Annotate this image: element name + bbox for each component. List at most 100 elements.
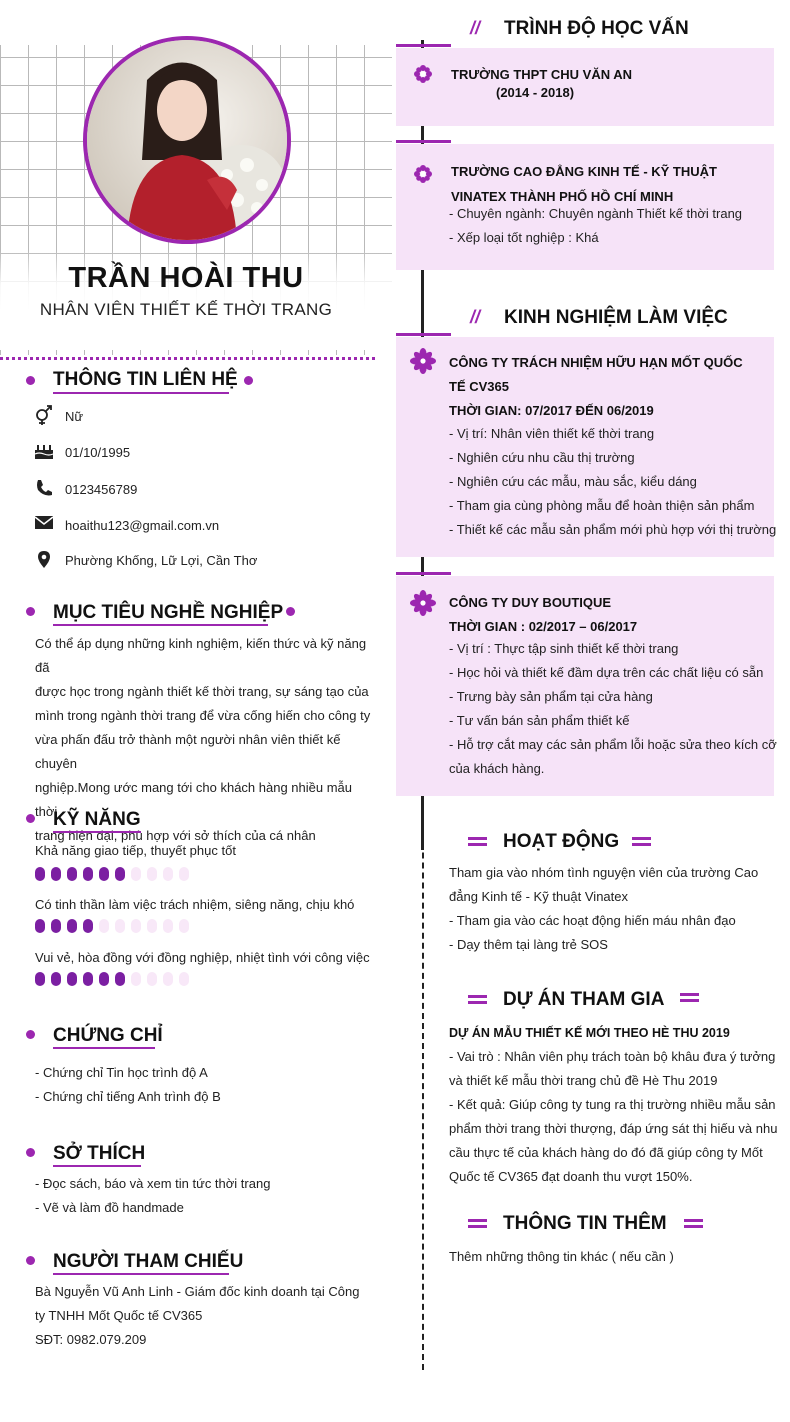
school-1-name: TRƯỜNG THPT CHU VĂN AN <box>451 67 632 82</box>
project-line: - Kết quả: Giúp công ty tung ra thị trườ… <box>449 1097 776 1112</box>
job-1-detail: - Nghiên cứu các mẫu, màu sắc, kiểu dáng <box>449 474 697 489</box>
timeline-tab <box>396 572 451 575</box>
job-1-detail: - Thiết kế các mẫu sản phẩm mới phù hợp … <box>449 522 777 537</box>
school-1-years: (2014 - 2018) <box>496 85 575 100</box>
slash-icon: // <box>470 307 481 327</box>
reference-line: SĐT: 0982.079.209 <box>35 1332 147 1347</box>
section-underline <box>53 624 268 626</box>
flower-icon <box>413 64 433 89</box>
email-text[interactable]: hoaithu123@gmail.com.vn <box>65 518 219 533</box>
slash-icon: // <box>470 18 481 38</box>
certificate-item: - Chứng chỉ tiếng Anh trình độ B <box>35 1089 221 1104</box>
extra-title: THÔNG TIN THÊM <box>503 1213 667 1234</box>
skill-pill-empty <box>179 919 189 933</box>
skill-pill-empty <box>115 919 125 933</box>
skill-pill-empty <box>131 972 141 986</box>
school-2-name: TRƯỜNG CAO ĐẲNG KINH TẾ - KỸ THUẬT <box>451 164 717 179</box>
job-1-company: TẾ CV365 <box>449 379 509 394</box>
avatar <box>83 36 291 244</box>
skills-title: KỸ NĂNG <box>53 809 141 830</box>
section-dot <box>244 376 253 385</box>
skill-pill-empty <box>99 919 109 933</box>
project-line: cầu thực tế của khách hàng do đó đã giúp… <box>449 1145 763 1160</box>
skill-pill-filled <box>83 919 93 933</box>
activity-line: Tham gia vào nhóm tình nguyện viên của t… <box>449 865 759 880</box>
activity-line: - Dạy thêm tại làng trẻ SOS <box>449 937 608 952</box>
skill-pill-empty <box>147 972 157 986</box>
section-dot <box>26 1148 35 1157</box>
skill-bar <box>35 972 189 986</box>
objective-line: mình trong ngành thời trang để vừa cống … <box>35 708 371 723</box>
skill-pill-empty <box>131 867 141 881</box>
projects-title: DỰ ÁN THAM GIA <box>503 989 665 1010</box>
skill-pill-empty <box>179 867 189 881</box>
skill-pill-filled <box>115 972 125 986</box>
education-title: TRÌNH ĐỘ HỌC VẤN <box>504 18 689 39</box>
skill-pill-filled <box>35 972 45 986</box>
skill-pill-empty <box>147 919 157 933</box>
skill-pill-empty <box>131 919 141 933</box>
skill-pill-filled <box>51 867 61 881</box>
contact-title: THÔNG TIN LIÊN HỆ <box>53 369 238 390</box>
equals-icon <box>468 837 487 846</box>
skill-pill-filled <box>35 919 45 933</box>
school-2-detail: - Chuyên ngành: Chuyên ngành Thiết kế th… <box>449 206 743 221</box>
timeline-tab <box>396 44 451 47</box>
job-2-company: CÔNG TY DUY BOUTIQUE <box>449 595 612 610</box>
flower-icon <box>413 164 433 189</box>
reference-line: Bà Nguyễn Vũ Anh Linh - Giám đốc kinh do… <box>35 1284 360 1299</box>
references-title: NGƯỜI THAM CHIẾU <box>53 1251 244 1272</box>
equals-icon <box>684 1219 703 1228</box>
cake-icon <box>34 441 54 459</box>
equals-icon <box>680 993 699 1002</box>
project-name: DỰ ÁN MẪU THIẾT KẾ MỚI THEO HÈ THU 2019 <box>449 1026 730 1040</box>
skill-bar <box>35 919 189 933</box>
job-2-detail: - Tư vấn bán sản phẩm thiết kế <box>449 713 630 728</box>
certificate-item: - Chứng chỉ Tin học trình độ A <box>35 1065 208 1080</box>
school-2-detail: - Xếp loại tốt nghiệp : Khá <box>449 230 599 245</box>
skill-pill-filled <box>115 867 125 881</box>
skill-pill-empty <box>179 972 189 986</box>
equals-icon <box>632 837 651 846</box>
mail-icon <box>34 514 54 532</box>
activity-line: - Tham gia vào các hoạt động hiến máu nh… <box>449 913 736 928</box>
gender-icon <box>34 405 54 425</box>
hobby-item: - Vẽ và làm đồ handmade <box>35 1200 184 1215</box>
skill-pill-filled <box>83 867 93 881</box>
section-dot <box>26 1256 35 1265</box>
extra-text: Thêm những thông tin khác ( nếu cần ) <box>449 1249 674 1264</box>
flower-icon <box>410 590 436 621</box>
equals-icon <box>468 995 487 1004</box>
section-underline <box>53 1165 141 1167</box>
project-line: phẩm thời trang thời thượng, đáp ứng sát… <box>449 1121 778 1136</box>
skill-bar <box>35 867 189 881</box>
job-title: NHÂN VIÊN THIẾT KẾ THỜI TRANG <box>39 300 333 319</box>
equals-icon <box>468 1219 487 1228</box>
activities-title: HOẠT ĐỘNG <box>503 831 620 852</box>
timeline-tab <box>396 333 451 336</box>
project-line: và thiết kế mẫu thời trang chủ đề Hè Thu… <box>449 1073 718 1088</box>
skill-pill-filled <box>99 972 109 986</box>
job-1-company: CÔNG TY TRÁCH NHIỆM HỮU HẠN MỐT QUỐC <box>449 355 743 370</box>
dotted-divider <box>0 357 375 360</box>
education-box-1 <box>396 48 774 126</box>
skill-pill-filled <box>67 919 77 933</box>
job-1-period: THỜI GIAN: 07/2017 ĐẾN 06/2019 <box>449 403 654 418</box>
objective-line: vừa phấn đấu trở thành một người nhân vi… <box>35 732 341 771</box>
skill-pill-empty <box>163 972 173 986</box>
hobbies-title: SỞ THÍCH <box>53 1143 146 1164</box>
skill-label: Vui vẻ, hòa đồng với đồng nghiệp, nhiệt … <box>35 950 370 965</box>
skill-pill-filled <box>35 867 45 881</box>
section-dot <box>26 1030 35 1039</box>
candidate-name: TRẦN HOÀI THU <box>68 262 304 294</box>
skill-pill-filled <box>67 867 77 881</box>
skill-pill-filled <box>83 972 93 986</box>
section-underline <box>53 392 229 394</box>
address-text: Phường Khống, Lữ Lợi, Cần Thơ <box>65 553 258 568</box>
job-2-period: THỜI GIAN : 02/2017 – 06/2017 <box>449 619 638 634</box>
job-1-detail: - Nghiên cứu nhu cầu thị trường <box>449 450 635 465</box>
hobby-item: - Đọc sách, báo và xem tin tức thời tran… <box>35 1176 271 1191</box>
job-2-detail: - Vị trí : Thực tập sinh thiết kế thời t… <box>449 641 679 656</box>
skill-pill-empty <box>163 919 173 933</box>
section-underline <box>53 1273 229 1275</box>
